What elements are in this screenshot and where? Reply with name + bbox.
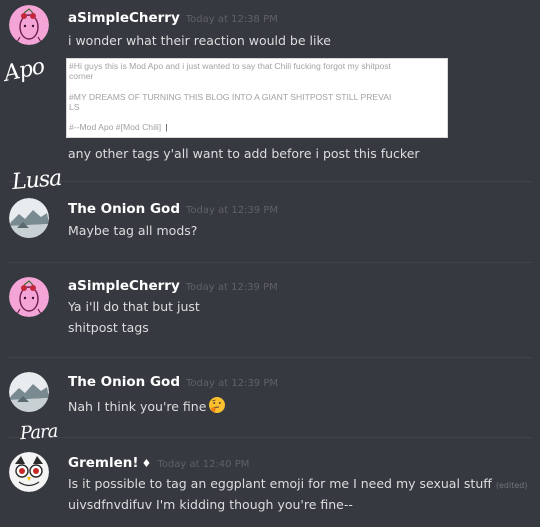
message-text: Maybe tag all mods? — [68, 223, 198, 238]
message-text: i wonder what their reaction would be li… — [68, 33, 331, 48]
avatar[interactable] — [9, 198, 49, 238]
landscape-avatar-icon — [9, 372, 49, 412]
avatar[interactable] — [9, 372, 49, 412]
avatar[interactable] — [9, 5, 49, 45]
message-text: any other tags y'all want to add before … — [68, 146, 420, 161]
author-name[interactable]: aSimpleCherry — [68, 278, 180, 294]
message-text: Nah I think you're fine — [68, 396, 226, 417]
message-text: Ya i'll do that but just — [68, 299, 200, 314]
author-name[interactable]: The Onion God — [68, 374, 180, 390]
message-body: Nah I think you're fine — [68, 399, 207, 414]
username[interactable]: aSimpleCherry Today at 12:39 PM — [68, 278, 278, 294]
diamond-badge-icon: ♦ — [141, 457, 152, 470]
message-text: Is it possible to tag an eggplant emoji … — [68, 476, 527, 491]
username[interactable]: aSimpleCherry Today at 12:38 PM — [68, 10, 278, 26]
timestamp: Today at 12:38 PM — [185, 14, 278, 25]
embed-text: #MY DREAMS OF TURNING THIS BLOG INTO A G… — [69, 92, 392, 102]
text-cursor-icon: | — [165, 122, 168, 132]
message-divider — [8, 357, 532, 358]
message-divider — [8, 262, 532, 263]
message-text: shitpost tags — [68, 320, 149, 335]
tumblr-tag-screenshot: #Hi guys this is Mod Apo and i just want… — [66, 58, 448, 138]
edited-label: (edited) — [495, 481, 528, 490]
username[interactable]: Gremlen! ♦ Today at 12:40 PM — [68, 455, 249, 471]
author-name[interactable]: Gremlen! — [68, 455, 139, 471]
embed-tag-text: #--Mod Apo #[Mod Chili] — [69, 122, 162, 132]
embed-text: LS — [69, 102, 80, 112]
owl-avatar-icon — [9, 452, 49, 492]
author-name[interactable]: aSimpleCherry — [68, 10, 180, 26]
handwritten-note: Apo — [1, 54, 47, 87]
avatar[interactable] — [9, 452, 49, 492]
message-divider — [8, 181, 532, 182]
embed-text: corner — [69, 71, 94, 81]
message-body: Is it possible to tag an eggplant emoji … — [68, 476, 492, 491]
username[interactable]: The Onion God Today at 12:39 PM — [68, 374, 278, 390]
embed-text: #Hi guys this is Mod Apo and i just want… — [69, 61, 391, 71]
message-divider — [8, 437, 532, 438]
author-name[interactable]: The Onion God — [68, 201, 180, 217]
cherry-avatar-icon — [9, 5, 49, 45]
landscape-avatar-icon — [9, 198, 49, 238]
username[interactable]: The Onion God Today at 12:39 PM — [68, 201, 278, 217]
thinking-face-emoji-icon — [208, 396, 226, 417]
handwritten-note: Para — [19, 420, 59, 445]
timestamp: Today at 12:39 PM — [186, 205, 278, 216]
timestamp: Today at 12:40 PM — [157, 459, 250, 470]
timestamp: Today at 12:39 PM — [185, 282, 278, 293]
avatar[interactable] — [9, 277, 49, 317]
message-text: uivsdfnvdifuv I'm kidding though you're … — [68, 497, 353, 512]
cherry-avatar-icon — [9, 277, 49, 317]
embed-tags: #--Mod Apo #[Mod Chili] | — [69, 122, 443, 132]
timestamp: Today at 12:39 PM — [186, 378, 278, 389]
handwritten-note: Lusa — [11, 165, 63, 196]
